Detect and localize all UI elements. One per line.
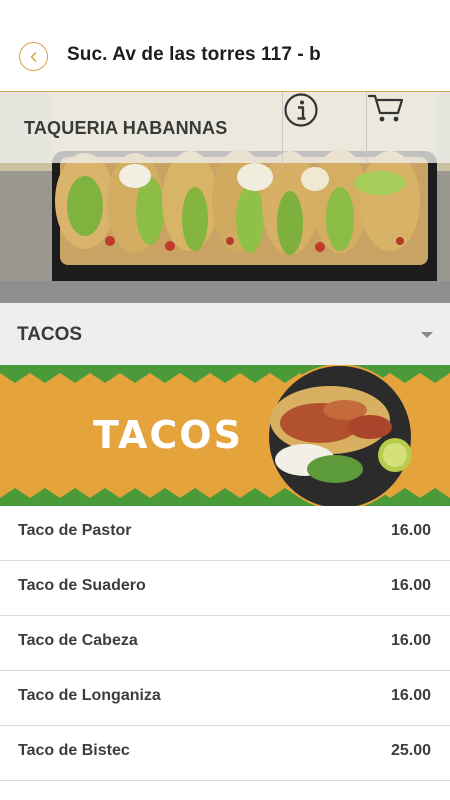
item-name: Taco de Longaniza [18, 687, 161, 704]
menu-item-taco-de-suadero[interactable]: Taco de Suadero 16.00 [0, 561, 450, 616]
menu-item-taco-de-longaniza[interactable]: Taco de Longaniza 16.00 [0, 671, 450, 726]
top-bar: Suc. Av de las torres 117 - b [0, 0, 450, 91]
item-price: 16.00 [390, 577, 431, 594]
store-name: TAQUERIA HABANNAS [24, 118, 228, 138]
back-button[interactable] [19, 42, 48, 71]
cart-icon [367, 94, 404, 122]
item-price: 16.00 [390, 687, 431, 704]
item-name: Taco de Pastor [18, 522, 132, 539]
cart-button[interactable] [367, 92, 450, 164]
category-selector[interactable]: TACOS [0, 303, 450, 365]
menu-item-taco-de-pastor[interactable]: Taco de Pastor 16.00 [0, 506, 450, 561]
menu-list: Taco de Pastor 16.00 Taco de Suadero 16.… [0, 506, 450, 781]
banner-title: TACOS [93, 413, 243, 457]
info-button[interactable] [283, 92, 366, 164]
item-price: 25.00 [390, 742, 431, 759]
category-label: TACOS [17, 324, 83, 345]
store-header-bar: TAQUERIA HABANNAS [0, 91, 450, 164]
info-icon [284, 93, 318, 127]
item-name: Taco de Suadero [18, 577, 146, 594]
menu-item-taco-de-bistec[interactable]: Taco de Bistec 25.00 [0, 726, 450, 781]
branch-title: Suc. Av de las torres 117 - b [67, 44, 321, 65]
menu-item-taco-de-cabeza[interactable]: Taco de Cabeza 16.00 [0, 616, 450, 671]
item-name: Taco de Cabeza [18, 632, 138, 649]
category-banner: TACOS [0, 365, 450, 506]
chevron-left-icon [29, 51, 37, 62]
caret-down-icon [421, 332, 433, 338]
item-price: 16.00 [390, 632, 431, 649]
item-name: Taco de Bistec [18, 742, 130, 759]
item-price: 16.00 [390, 522, 431, 539]
store-hero: TAQUERIA HABANNAS [0, 91, 450, 303]
